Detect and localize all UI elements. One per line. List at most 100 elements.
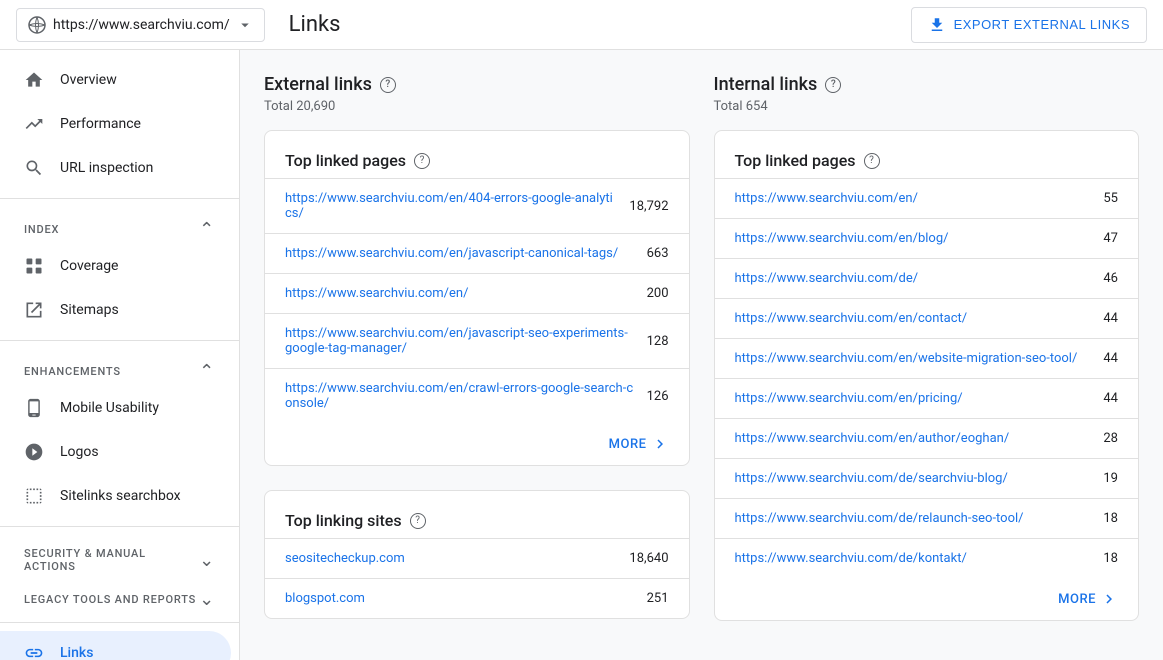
int-page-link[interactable]: https://www.searchviu.com/de/relaunch-se… [735, 511, 1092, 526]
page-title: Links [289, 12, 341, 37]
int-page-count: 28 [1103, 431, 1118, 446]
internal-links-help-icon[interactable]: ? [825, 77, 841, 93]
sidebar-item-logos[interactable]: Logos [0, 430, 231, 474]
int-page-link[interactable]: https://www.searchviu.com/de/ [735, 271, 1092, 286]
table-row: https://www.searchviu.com/en/pricing/44 [715, 378, 1139, 418]
site-url: https://www.searchviu.com/ [53, 17, 230, 33]
table-row: https://www.searchviu.com/en/author/eogh… [715, 418, 1139, 458]
sidebar-mobile-usability-label: Mobile Usability [60, 400, 159, 416]
table-row: https://www.searchviu.com/de/kontakt/18 [715, 538, 1139, 578]
sidebar-section-enhancements[interactable]: Enhancements ⌃ [0, 349, 239, 386]
int-page-link[interactable]: https://www.searchviu.com/de/kontakt/ [735, 551, 1092, 566]
internal-links-header: Internal links ? Total 654 [714, 74, 1140, 114]
int-page-count: 46 [1103, 271, 1118, 286]
site-selector[interactable]: https://www.searchviu.com/ [16, 8, 265, 42]
ext-more-button[interactable]: MORE [609, 435, 669, 453]
sidebar-section-index[interactable]: Index ⌃ [0, 207, 239, 244]
divider-4 [0, 622, 239, 623]
ext-top-pages-help-icon[interactable]: ? [414, 153, 430, 169]
sidebar-item-url-inspection[interactable]: URL inspection [0, 146, 231, 190]
site-link[interactable]: blogspot.com [285, 591, 635, 606]
page-link[interactable]: https://www.searchviu.com/en/ [285, 286, 635, 301]
external-links-total: Total 20,690 [264, 99, 690, 114]
site-link[interactable]: seositecheckup.com [285, 551, 617, 566]
sidebar-item-performance[interactable]: Performance [0, 102, 231, 146]
sidebar-performance-label: Performance [60, 116, 141, 132]
table-row: https://www.searchviu.com/en/blog/47 [715, 218, 1139, 258]
export-external-links-button[interactable]: EXPORT EXTERNAL LINKS [911, 7, 1147, 43]
logos-icon [24, 442, 44, 462]
sidebar: Overview Performance URL inspection Inde… [0, 50, 240, 660]
sidebar-logos-label: Logos [60, 444, 99, 460]
legacy-section-label: Legacy tools and reports [24, 593, 196, 606]
external-links-header: External links ? Total 20,690 [264, 74, 690, 114]
table-row: https://www.searchviu.com/en/website-mig… [715, 338, 1139, 378]
int-page-count: 18 [1103, 551, 1118, 566]
page-link[interactable]: https://www.searchviu.com/en/javascript-… [285, 326, 635, 356]
download-icon [928, 16, 946, 34]
int-more-label: MORE [1058, 592, 1096, 607]
table-row: https://www.searchviu.com/de/relaunch-se… [715, 498, 1139, 538]
sidebar-item-coverage[interactable]: Coverage [0, 244, 231, 288]
external-links-help-icon[interactable]: ? [380, 77, 396, 93]
int-more-button[interactable]: MORE [1058, 590, 1118, 608]
mobile-icon [24, 398, 44, 418]
content-area: External links ? Total 20,690 Top linked… [240, 50, 1163, 660]
sidebar-item-sitelinks-searchbox[interactable]: Sitelinks searchbox [0, 474, 231, 518]
int-page-link[interactable]: https://www.searchviu.com/en/ [735, 191, 1092, 206]
sidebar-item-overview[interactable]: Overview [0, 58, 231, 102]
int-top-linked-pages-title: Top linked pages [735, 151, 856, 170]
ext-more-label: MORE [609, 437, 647, 452]
sites-list: seositecheckup.com 18,640 blogspot.com251 [265, 538, 689, 618]
chevron-down-icon [236, 16, 254, 34]
sidebar-coverage-label: Coverage [60, 258, 118, 274]
top-linking-sites-help-icon[interactable]: ? [410, 513, 426, 529]
table-row: blogspot.com251 [265, 578, 689, 618]
ext-top-linked-pages-title: Top linked pages [285, 151, 406, 170]
site-count: 18,640 [629, 551, 668, 566]
chevron-right-icon-2 [1100, 590, 1118, 608]
table-row: https://www.searchviu.com/en/200 [265, 273, 689, 313]
sitelinks-icon [24, 486, 44, 506]
divider-3 [0, 526, 239, 527]
int-page-link[interactable]: https://www.searchviu.com/en/pricing/ [735, 391, 1092, 406]
internal-links-total: Total 654 [714, 99, 1140, 114]
table-row: https://www.searchviu.com/en/javascript-… [265, 233, 689, 273]
page-count: 128 [647, 334, 669, 349]
page-link[interactable]: https://www.searchviu.com/en/javascript-… [285, 246, 635, 261]
int-page-link[interactable]: https://www.searchviu.com/en/contact/ [735, 311, 1092, 326]
chevron-down-icon-2: ⌄ [199, 550, 215, 571]
int-page-count: 18 [1103, 511, 1118, 526]
sidebar-item-links[interactable]: Links [0, 631, 231, 660]
ext-more-row: MORE [265, 423, 689, 465]
int-page-link[interactable]: https://www.searchviu.com/en/author/eogh… [735, 431, 1092, 446]
int-page-link[interactable]: https://www.searchviu.com/en/website-mig… [735, 351, 1092, 366]
page-link[interactable]: https://www.searchviu.com/en/404-errors-… [285, 191, 617, 221]
index-section-label: Index [24, 223, 59, 236]
page-link[interactable]: https://www.searchviu.com/en/crawl-error… [285, 381, 635, 411]
external-links-title: External links [264, 74, 372, 95]
int-page-link[interactable]: https://www.searchviu.com/en/blog/ [735, 231, 1092, 246]
chevron-up-icon: ⌃ [199, 219, 215, 240]
int-top-pages-help-icon[interactable]: ? [864, 153, 880, 169]
top-linking-sites-title: Top linking sites [285, 511, 402, 530]
sidebar-section-legacy[interactable]: Legacy tools and reports ⌄ [0, 577, 239, 614]
trending-up-icon [24, 114, 44, 134]
int-page-link[interactable]: https://www.searchviu.com/de/searchviu-b… [735, 471, 1092, 486]
sidebar-section-security[interactable]: Security & Manual Actions ⌄ [0, 535, 239, 577]
home-icon [24, 70, 44, 90]
divider-2 [0, 340, 239, 341]
sidebar-item-sitemaps[interactable]: Sitemaps [0, 288, 231, 332]
divider-1 [0, 198, 239, 199]
table-row: https://www.searchviu.com/de/searchviu-b… [715, 458, 1139, 498]
int-pages-list: https://www.searchviu.com/en/55https://w… [715, 178, 1139, 578]
int-page-count: 19 [1103, 471, 1118, 486]
table-row: seositecheckup.com 18,640 [265, 538, 689, 578]
table-row: https://www.searchviu.com/en/javascript-… [265, 313, 689, 368]
ext-card-title-row: Top linked pages ? [265, 131, 689, 170]
table-row: https://www.searchviu.com/en/404-errors-… [265, 178, 689, 233]
sidebar-item-mobile-usability[interactable]: Mobile Usability [0, 386, 231, 430]
internal-links-title: Internal links [714, 74, 818, 95]
links-icon [24, 643, 44, 660]
int-page-count: 44 [1103, 391, 1118, 406]
